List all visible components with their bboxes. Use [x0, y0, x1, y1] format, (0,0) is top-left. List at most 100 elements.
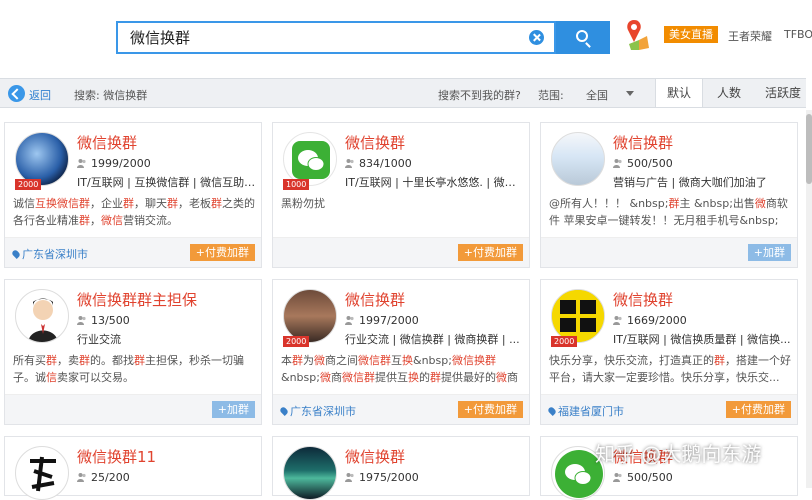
group-tags: IT/互联网 | 微信换质量群 | 微信换...	[613, 333, 791, 346]
group-tags: IT/互联网 | 互换微信群 | 微信互助 ...	[77, 176, 257, 189]
back-icon[interactable]	[8, 85, 25, 102]
group-card[interactable]: 微信换群群主担保 13/500 行业交流 所有买群，卖群的。都找群主担保，秒杀一…	[4, 279, 262, 425]
capacity-tag: 2000	[283, 336, 310, 347]
group-card[interactable]: 2000 微信换群 1997/2000 行业交流 | 微信换群 | 微商换群 |…	[272, 279, 530, 425]
people-icon	[77, 473, 86, 482]
group-card[interactable]: 微信换群 500/500 营销与广告 | 微商大咖们加油了 @所有人！！！ &n…	[540, 122, 798, 268]
search-button[interactable]	[556, 21, 610, 54]
location-pin-icon	[279, 406, 289, 416]
calligraphy-avatar-icon	[30, 456, 56, 492]
clear-icon[interactable]	[529, 30, 544, 45]
range-select[interactable]: 全国	[586, 87, 608, 103]
group-avatar	[15, 446, 69, 500]
group-avatar	[283, 132, 337, 186]
tab-sort-people[interactable]: 人数	[707, 79, 751, 107]
group-title[interactable]: 微信换群	[77, 132, 137, 153]
search-input[interactable]	[118, 23, 518, 52]
people-icon	[345, 473, 354, 482]
location: 广东省深圳市	[11, 246, 88, 262]
watermark: 知乎 @大鹅向东游	[595, 442, 762, 466]
group-title[interactable]: 微信换群	[613, 289, 673, 310]
card-footer: +加群	[5, 394, 261, 424]
scrollbar[interactable]	[806, 110, 812, 488]
capacity-tag: 2000	[15, 179, 42, 190]
join-paid-button[interactable]: +付费加群	[725, 401, 791, 418]
group-card[interactable]: 2000 微信换群 1669/2000 IT/互联网 | 微信换质量群 | 微信…	[540, 279, 798, 425]
people-icon	[77, 159, 86, 168]
people-icon	[613, 159, 622, 168]
group-tags: 行业交流	[77, 333, 121, 346]
member-count: 500/500	[613, 471, 673, 484]
card-footer: +加群	[541, 237, 797, 267]
group-title[interactable]: 微信换群	[345, 289, 405, 310]
group-avatar	[551, 289, 605, 343]
tab-sort-default[interactable]: 默认	[655, 79, 703, 107]
people-icon	[613, 473, 622, 482]
location: 福建省厦门市	[547, 403, 624, 419]
card-footer: +付费加群	[273, 237, 529, 267]
not-found-link[interactable]: 搜索不到我的群?	[438, 87, 521, 103]
people-icon	[77, 316, 86, 325]
range-label: 范围:	[538, 89, 564, 102]
location-pin-icon	[11, 249, 21, 259]
group-description: @所有人！！！ &nbsp;群主 &nbsp;出售微商软件 苹果安卓一键转发！！…	[549, 197, 788, 227]
capacity-tag: 1000	[283, 179, 310, 190]
group-description: 快乐分享，快乐交流，打造真正的群，搭建一个好平台，请大家一定要珍惜。快乐分享，快…	[549, 354, 791, 384]
tab-sort-activity[interactable]: 活跃度	[758, 79, 808, 107]
group-avatar	[283, 289, 337, 343]
group-tags: 行业交流 | 微信换群 | 微商换群 | ...	[345, 333, 520, 346]
join-paid-button[interactable]: +付费加群	[189, 244, 255, 261]
group-avatar	[15, 132, 69, 186]
chevron-down-icon[interactable]	[626, 91, 634, 96]
group-card[interactable]: 微信换群 1975/2000	[272, 436, 530, 500]
group-description: 所有买群，卖群的。都找群主担保，秒杀一切骗子。诚信卖家可以交易。	[13, 354, 244, 384]
cartoon-avatar-icon	[28, 298, 58, 342]
scrollbar-thumb[interactable]	[806, 114, 812, 184]
group-avatar	[15, 289, 69, 343]
top-bar: 美女直播 王者荣耀 TFBO	[0, 0, 812, 78]
member-count: 25/200	[77, 471, 130, 484]
member-count: 1997/2000	[345, 314, 419, 327]
member-count: 13/500	[77, 314, 130, 327]
group-title[interactable]: 微信换群群主担保	[77, 289, 197, 310]
top-link-tfbo[interactable]: TFBO	[784, 28, 812, 41]
group-card[interactable]: 微信换群11 25/200	[4, 436, 262, 500]
group-description: 诚信互换微信群，企业群，聊天群，老板群之类的各行各业精准群，微信营销交流。	[13, 197, 255, 227]
search-box[interactable]	[116, 21, 556, 54]
join-paid-button[interactable]: +付费加群	[457, 244, 523, 261]
member-count: 1975/2000	[345, 471, 419, 484]
live-badge[interactable]: 美女直播	[664, 26, 718, 43]
search-icon	[576, 30, 588, 42]
group-card[interactable]: 2000 微信换群 1999/2000 IT/互联网 | 互换微信群 | 微信互…	[4, 122, 262, 268]
location: 广东省深圳市	[279, 403, 356, 419]
card-footer: 福建省厦门市 +付费加群	[541, 394, 797, 424]
member-count: 834/1000	[345, 157, 412, 170]
top-link-wzry[interactable]: 王者荣耀	[728, 28, 772, 44]
group-title[interactable]: 微信换群	[345, 446, 405, 467]
filter-bar: 返回 搜索: 微信换群 搜索不到我的群? 范围: 全国 默认 人数 活跃度	[0, 78, 806, 108]
group-avatar	[283, 446, 337, 500]
group-card[interactable]: 1000 微信换群 834/1000 IT/互联网 | 十里长亭水悠悠. | 微…	[272, 122, 530, 268]
back-link[interactable]: 返回	[29, 87, 51, 103]
join-button[interactable]: +加群	[211, 401, 255, 418]
capacity-tag: 2000	[551, 336, 578, 347]
join-button[interactable]: +加群	[747, 244, 791, 261]
member-count: 1669/2000	[613, 314, 687, 327]
group-title[interactable]: 微信换群	[613, 132, 673, 153]
people-icon	[345, 316, 354, 325]
group-description: 黑粉勿扰	[281, 197, 325, 210]
location-pin-icon	[547, 406, 557, 416]
people-icon	[613, 316, 622, 325]
group-avatar	[551, 132, 605, 186]
search-summary: 搜索: 微信换群	[74, 89, 148, 102]
member-count: 500/500	[613, 157, 673, 170]
group-title[interactable]: 微信换群11	[77, 446, 156, 467]
people-icon	[345, 159, 354, 168]
card-footer: 广东省深圳市 +付费加群	[273, 394, 529, 424]
join-paid-button[interactable]: +付费加群	[457, 401, 523, 418]
map-pin-icon[interactable]	[625, 18, 651, 52]
group-title[interactable]: 微信换群	[345, 132, 405, 153]
group-tags: IT/互联网 | 十里长亭水悠悠. | 微信...	[345, 176, 525, 189]
group-tags: 营销与广告 | 微商大咖们加油了	[613, 176, 767, 189]
group-description: 本群为微商之间微信群互换&nbsp;微信换群&nbsp;微商微信群提供互换的群提…	[281, 354, 518, 384]
